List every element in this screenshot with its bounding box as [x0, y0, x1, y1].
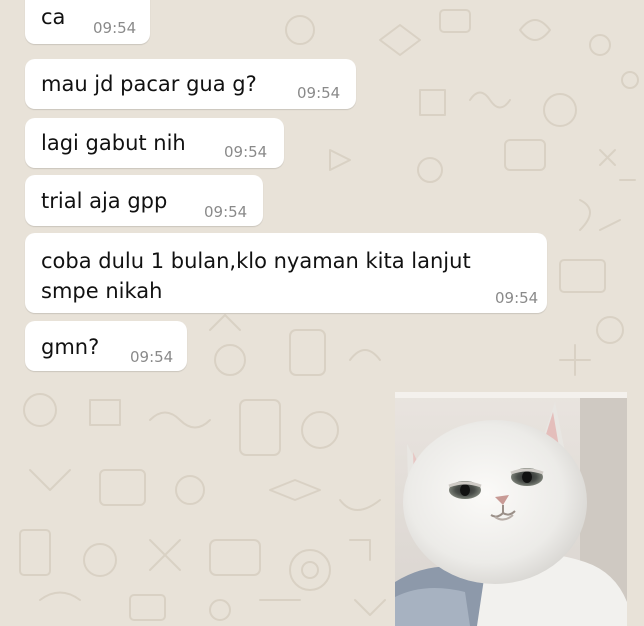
message-timestamp: 09:54: [130, 348, 174, 366]
message-bubble[interactable]: gmn? 09:54: [25, 321, 187, 371]
message-text: mau jd pacar gua g?: [41, 72, 257, 96]
message-bubble[interactable]: coba dulu 1 bulan,klo nyaman kita lanjut…: [25, 233, 547, 313]
message-text: coba dulu 1 bulan,klo nyaman kita lanjut…: [41, 249, 471, 303]
message-timestamp: 09:54: [495, 289, 539, 307]
message-text: gmn?: [41, 335, 100, 359]
message-text: lagi gabut nih: [41, 131, 186, 155]
message-bubble[interactable]: lagi gabut nih 09:54: [25, 118, 284, 168]
message-timestamp: 09:54: [93, 19, 137, 37]
message-timestamp: 09:54: [297, 84, 341, 102]
message-bubble[interactable]: trial aja gpp 09:54: [25, 175, 263, 226]
message-timestamp: 09:54: [204, 203, 248, 221]
message-text: ca: [41, 5, 66, 29]
message-bubble[interactable]: ca 09:54: [25, 0, 150, 44]
message-bubble[interactable]: mau jd pacar gua g? 09:54: [25, 59, 356, 109]
cat-sticker[interactable]: [395, 392, 627, 626]
message-text: trial aja gpp: [41, 189, 168, 213]
message-timestamp: 09:54: [224, 143, 268, 161]
cat-sticker-icon: [395, 392, 627, 626]
